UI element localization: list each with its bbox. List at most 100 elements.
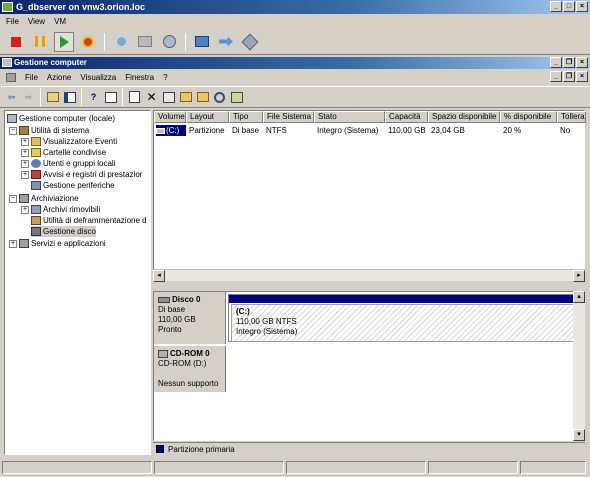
disk0-type: Di base [158, 305, 186, 314]
forward-button[interactable]: ⇨ [21, 90, 36, 105]
layout-cell: Partizione [189, 126, 225, 135]
open-folder-button[interactable] [178, 90, 193, 105]
column-header-volume[interactable]: Volume [154, 111, 186, 123]
menu-file[interactable]: File [6, 17, 19, 26]
play-icon [59, 35, 69, 48]
mmc-minimize-button[interactable]: _ [550, 57, 562, 68]
tree-label: Gestione disco [43, 227, 96, 236]
tree-node-deframmentazione[interactable]: Utilità di deframmentazione d [31, 215, 147, 226]
full-screen-button[interactable] [192, 32, 212, 52]
column-header-tolleranza[interactable]: Tolleran [557, 111, 586, 123]
expand-toggle[interactable]: + [21, 205, 29, 214]
tree-node-cartelle[interactable]: + Cartelle condivise [21, 147, 106, 158]
column-header-stato[interactable]: Stato [314, 111, 385, 123]
mmc-close-button[interactable]: × [576, 57, 588, 68]
close-button[interactable]: × [576, 1, 588, 12]
snapshot-button[interactable] [111, 32, 131, 52]
capacita-cell: 110,00 GB [388, 126, 426, 135]
column-header-capacita[interactable]: Capacità [385, 111, 428, 123]
scroll-left-button[interactable]: ◂ [153, 270, 165, 282]
scroll-up-button[interactable]: ▴ [573, 291, 585, 303]
power-on-button[interactable] [54, 31, 74, 52]
partition-size: 110,00 GB NTFS [236, 317, 297, 326]
volume-list: Volume Layout Tipo File Sistema Stato Ca… [153, 110, 586, 281]
column-header-layout[interactable]: Layout [186, 111, 229, 123]
check-disk-button[interactable] [161, 90, 176, 105]
collapse-toggle[interactable]: − [9, 126, 17, 135]
help-button[interactable]: ? [86, 90, 101, 105]
volume-name: (C:) [166, 126, 180, 135]
tree-node-rimovibili[interactable]: + Archivi rimovibili [21, 204, 100, 215]
menu-view[interactable]: View [28, 17, 45, 26]
menu-vm[interactable]: VM [54, 17, 66, 26]
volume-cell[interactable]: (C:) [156, 125, 186, 136]
column-header-tipo[interactable]: Tipo [229, 111, 263, 123]
help-icon: ? [90, 92, 97, 102]
show-tree-button[interactable] [62, 90, 77, 105]
device-manager-icon [31, 181, 41, 190]
settings-button[interactable] [240, 32, 260, 52]
child-close-button[interactable]: × [576, 71, 588, 82]
tree-node-visualizzatore[interactable]: + Visualizzatore Eventi [21, 136, 117, 147]
tree-node-periferiche[interactable]: Gestione periferiche [31, 180, 115, 191]
partition-c[interactable]: (C:) 110,00 GB NTFS Integro (Sistema) [228, 294, 582, 342]
tree-node-gestione-disco[interactable]: Gestione disco [31, 226, 96, 237]
scroll-right-button[interactable]: ▸ [573, 270, 585, 282]
tree-node-archiviazione[interactable]: − Archiviazione [9, 193, 79, 204]
system-menu-icon[interactable] [6, 73, 16, 82]
menu-help[interactable]: ? [163, 73, 167, 82]
vertical-scrollbar[interactable]: ▴ ▾ [573, 291, 585, 441]
maximize-button[interactable]: □ [563, 1, 575, 12]
expand-toggle[interactable]: + [21, 148, 29, 157]
column-header-spazio[interactable]: Spazio disponibile [428, 111, 500, 123]
search-button[interactable] [212, 90, 227, 105]
pause-icon [35, 36, 45, 47]
toolbar-separator [122, 88, 123, 106]
properties-button[interactable] [103, 90, 118, 105]
quick-switch-button[interactable] [216, 32, 236, 52]
removable-storage-icon [31, 205, 41, 214]
collapse-toggle[interactable]: − [9, 194, 17, 203]
tree-node-avvisi[interactable]: + Avvisi e registri di prestazior [21, 169, 142, 180]
disk0-size: 110,00 GB [158, 315, 196, 324]
child-restore-button[interactable]: ❐ [563, 71, 575, 82]
power-off-button[interactable] [6, 32, 26, 52]
horizontal-scrollbar[interactable]: ◂ ▸ [153, 269, 585, 282]
menu-file[interactable]: File [25, 73, 38, 82]
stop-icon [11, 36, 21, 47]
revert-button[interactable] [135, 32, 155, 52]
scroll-down-button[interactable]: ▾ [573, 429, 585, 441]
snapshot-manager-button[interactable] [159, 32, 179, 52]
export-button[interactable] [229, 90, 244, 105]
tree-node-utenti[interactable]: + Utenti e gruppi locali [21, 158, 115, 169]
menu-azione[interactable]: Azione [47, 73, 71, 82]
delete-button[interactable]: ✕ [144, 90, 159, 105]
suspend-button[interactable] [30, 32, 50, 52]
expand-toggle[interactable]: + [21, 170, 29, 179]
back-button[interactable]: ⇦ [4, 90, 19, 105]
tree-node-root[interactable]: Gestione computer (locale) [7, 113, 115, 124]
vm-toolbar [0, 29, 590, 55]
menu-finestra[interactable]: Finestra [125, 73, 154, 82]
expand-toggle[interactable]: + [21, 159, 29, 168]
tree-node-utilita[interactable]: − Utilità di sistema [9, 125, 89, 136]
cdrom-label[interactable]: CD-ROM 0 CD-ROM (D:) Nessun supporto [154, 346, 226, 392]
tree-pane-icon [63, 91, 76, 103]
menu-visualizza[interactable]: Visualizza [80, 73, 116, 82]
child-minimize-button[interactable]: _ [550, 71, 562, 82]
column-header-percent[interactable]: % disponibile [500, 111, 557, 123]
mmc-restore-button[interactable]: ❐ [563, 57, 575, 68]
expand-toggle[interactable]: + [21, 137, 29, 146]
tree-node-servizi[interactable]: + Servizi e applicazioni [9, 238, 106, 249]
reset-button[interactable] [78, 32, 98, 52]
search-icon [214, 91, 225, 103]
refresh-button[interactable] [127, 90, 142, 105]
up-button[interactable] [45, 90, 60, 105]
mmc-menu-bar: File Azione Visualizza Finestra ? _ ❐ × [0, 71, 590, 84]
column-header-file-system[interactable]: File Sistema [263, 111, 314, 123]
minimize-button[interactable]: _ [550, 1, 562, 12]
explore-button[interactable] [195, 90, 210, 105]
disk0-label[interactable]: Disco 0 Di base 110,00 GB Pronto [154, 292, 226, 344]
tree-label: Visualizzatore Eventi [43, 137, 118, 146]
expand-toggle[interactable]: + [9, 239, 17, 248]
